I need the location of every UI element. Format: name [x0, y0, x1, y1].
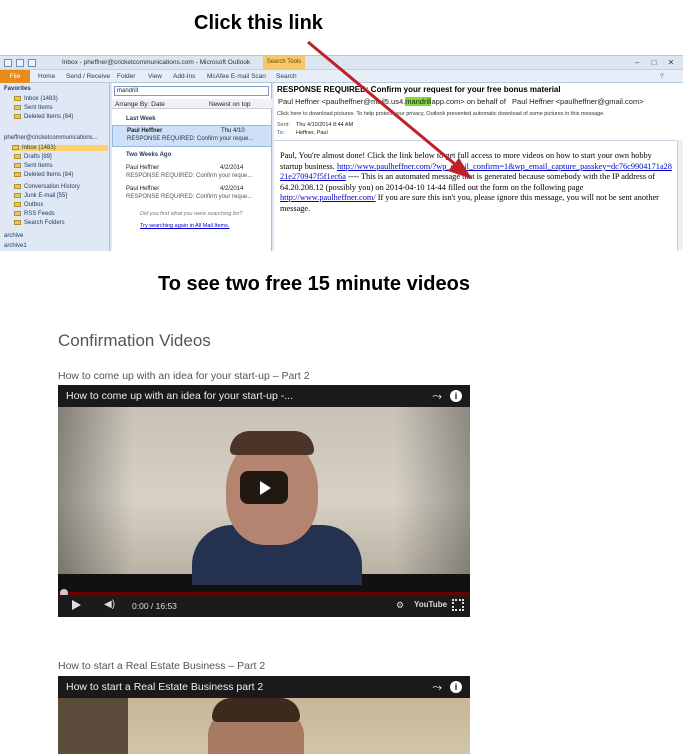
share-icon[interactable]: ⤳ — [432, 389, 442, 404]
outlook-app-icon — [4, 59, 12, 67]
folder-junk[interactable]: Junk E-mail [55] — [14, 193, 67, 199]
ribbon-tabs: Home Send / Receive Folder View Add-Ins … — [0, 70, 683, 83]
arrange-by[interactable]: Arrange By: Date — [115, 101, 165, 108]
to-value[interactable]: Heffner, Paul — [296, 130, 328, 136]
folder-drafts[interactable]: Drafts [89] — [14, 154, 52, 160]
video-title[interactable]: How to start a Real Estate Business part… — [66, 681, 263, 693]
share-icon[interactable]: ⤳ — [432, 680, 442, 695]
sort-order[interactable]: Newest on top — [209, 101, 251, 108]
download-pictures-bar[interactable]: Click here to download pictures. To help… — [274, 111, 676, 120]
video-controls: ◀) 0:00 / 16:53 ⚙ YouTube — [58, 595, 470, 617]
tab-home[interactable]: Home — [38, 73, 55, 80]
to-label: To: — [277, 130, 285, 136]
tab-folder[interactable]: Folder — [117, 73, 135, 80]
favorites-header: Favorites — [4, 86, 31, 92]
fullscreen-icon[interactable] — [452, 599, 464, 611]
fav-inbox[interactable]: Inbox (1483) — [14, 96, 58, 102]
tab-send-receive[interactable]: Send / Receive — [66, 73, 110, 80]
video-thumbnail — [58, 698, 470, 754]
account-name[interactable]: pheffner@cricketcommunications... — [4, 135, 98, 141]
annotation-click-this-link: Click this link — [194, 12, 323, 34]
sent-value: Thu 4/10/2014 8:44 AM — [296, 122, 354, 128]
mail-list: mandrill Arrange By: Date Newest on top … — [112, 83, 272, 251]
tab-add-ins[interactable]: Add-Ins — [173, 73, 195, 80]
youtube-logo[interactable]: YouTube — [414, 600, 447, 609]
not-found-text: Did you find what you were searching for… — [140, 211, 243, 217]
search-all-link[interactable]: Try searching again in All Mail Items. — [140, 223, 229, 229]
message-item[interactable]: Paul Heffner Thu 4/10 RESPONSE REQUIRED:… — [112, 125, 272, 147]
sent-label: Sent: — [277, 122, 290, 128]
search-tools-tab[interactable]: Search Tools — [263, 56, 305, 70]
play-button[interactable] — [240, 471, 288, 504]
help-icon[interactable]: ? — [660, 73, 664, 80]
tab-file[interactable]: File — [0, 70, 30, 83]
video-caption: How to start a Real Estate Business – Pa… — [58, 660, 266, 672]
site-link[interactable]: http://www.paulheffner.com/ — [280, 193, 376, 202]
section-title: Confirmation Videos — [58, 331, 211, 350]
outlook-titlebar: Inbox - pheffner@cricketcommunications.c… — [0, 56, 683, 70]
info-icon[interactable]: i — [450, 390, 462, 402]
message-item[interactable]: Paul Heffner 4/2/2014 RESPONSE REQUIRED:… — [112, 163, 272, 185]
tab-search[interactable]: Search — [276, 73, 297, 80]
person-hair — [212, 698, 300, 722]
folder-rss[interactable]: RSS Feeds — [14, 211, 55, 217]
folder-inbox[interactable]: Inbox (1483) — [12, 145, 108, 152]
send-receive-icon[interactable] — [16, 59, 24, 67]
play-small-icon[interactable] — [72, 600, 81, 610]
undo-icon[interactable] — [28, 59, 36, 67]
annotation-two-videos: To see two free 15 minute videos — [158, 273, 470, 295]
tab-mcafee[interactable]: McAfee E-mail Scan — [207, 73, 266, 80]
search-input[interactable]: mandrill — [114, 86, 269, 96]
video-title[interactable]: How to come up with an idea for your sta… — [66, 390, 293, 402]
message-from: Paul Heffner <paulheffner@mail5.us4.mand… — [278, 97, 644, 106]
folder-archive1[interactable]: archive1 — [4, 243, 27, 249]
video-caption: How to come up with an idea for your sta… — [58, 370, 310, 382]
window-title: Inbox - pheffner@cricketcommunications.c… — [62, 59, 251, 66]
folder-outbox[interactable]: Outbox — [14, 202, 43, 208]
message-item[interactable]: Paul Heffner 4/2/2014 RESPONSE REQUIRED:… — [112, 184, 272, 206]
folder-archive[interactable]: archive — [4, 233, 23, 239]
maximize-icon[interactable]: □ — [647, 58, 661, 67]
arrange-bar: Arrange By: Date Newest on top — [112, 99, 272, 109]
folder-conversation-history[interactable]: Conversation History — [14, 184, 80, 190]
folder-search-folders[interactable]: Search Folders — [14, 220, 65, 226]
folder-sent[interactable]: Sent Items — [14, 163, 53, 169]
settings-icon[interactable]: ⚙ — [396, 600, 404, 611]
video-topbar: How to start a Real Estate Business part… — [58, 676, 470, 698]
message-subject: RESPONSE REQUIRED: Confirm your request … — [277, 85, 561, 94]
message-body: Paul, You're almost done! Click the link… — [280, 151, 672, 213]
group-two-weeks[interactable]: Two Weeks Ago — [126, 152, 171, 158]
fav-deleted[interactable]: Deleted Items (84) — [14, 114, 73, 120]
navigation-pane: Favorites Inbox (1483) Sent Items Delete… — [0, 83, 110, 251]
folder-deleted[interactable]: Deleted Items (84) — [14, 172, 73, 178]
video-time: 0:00 / 16:53 — [132, 601, 177, 611]
volume-icon[interactable]: ◀) — [104, 599, 115, 610]
video-topbar: How to come up with an idea for your sta… — [58, 385, 470, 407]
play-icon — [260, 481, 271, 495]
fav-sent[interactable]: Sent Items — [14, 105, 53, 111]
video-player[interactable]: How to start a Real Estate Business part… — [58, 676, 470, 754]
info-icon[interactable]: i — [450, 681, 462, 693]
minimize-icon[interactable]: – — [630, 58, 644, 67]
close-icon[interactable]: ✕ — [664, 58, 678, 67]
person-hair — [230, 431, 314, 455]
group-last-week[interactable]: Last Week — [126, 116, 156, 122]
video-player[interactable]: How to come up with an idea for your sta… — [58, 385, 470, 617]
tab-view[interactable]: View — [148, 73, 162, 80]
page: Click this link Inbox - pheffner@cricket… — [0, 0, 683, 754]
reading-scrollbar[interactable] — [677, 140, 683, 251]
header-divider — [274, 140, 676, 141]
